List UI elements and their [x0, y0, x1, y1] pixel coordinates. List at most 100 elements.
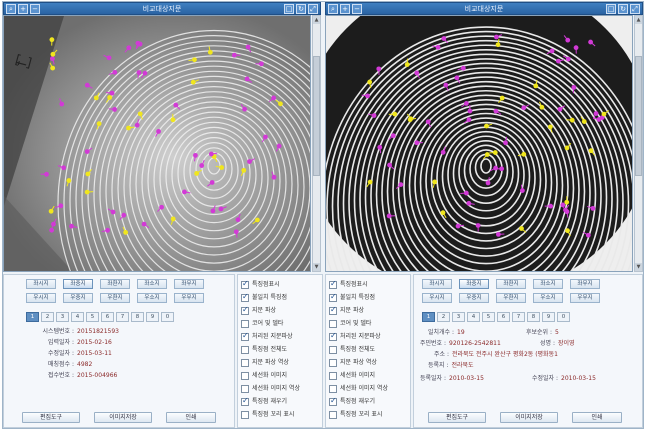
checkbox[interactable] — [241, 396, 249, 406]
checkbox[interactable] — [329, 371, 337, 380]
display-option[interactable]: 세선화 이미지 역상 — [241, 384, 300, 396]
scroll-down-icon[interactable]: ▼ — [635, 263, 642, 271]
display-option[interactable]: 지문 파상 — [329, 305, 364, 318]
expand-icon[interactable]: ⤢ — [630, 4, 640, 14]
scroll-up-icon[interactable]: ▲ — [635, 16, 642, 24]
checkbox[interactable] — [329, 410, 337, 419]
finger-button[interactable]: 우소지 — [137, 293, 167, 303]
checkbox[interactable] — [329, 319, 337, 328]
display-option[interactable]: 세선화 이미지 역상 — [329, 384, 388, 396]
left-fingerprint-image[interactable]: ꝉ꙱ — [3, 15, 311, 272]
checkbox[interactable] — [241, 358, 249, 367]
finger-button[interactable]: 좌시지 — [26, 279, 56, 289]
number-tab[interactable]: 5 — [86, 312, 99, 322]
display-option[interactable]: 특징점 꼬리 표시 — [329, 410, 382, 422]
display-option[interactable]: 특징점 전체도 — [329, 345, 375, 357]
number-tab[interactable]: 0 — [557, 312, 570, 322]
number-tab[interactable]: 0 — [161, 312, 174, 322]
fit-icon[interactable]: □ — [606, 4, 616, 14]
number-tab[interactable]: 8 — [131, 312, 144, 322]
finger-button[interactable]: 우소지 — [533, 293, 563, 303]
finger-button[interactable]: 우환지 — [100, 293, 130, 303]
number-tab[interactable]: 7 — [512, 312, 525, 322]
print-button[interactable]: 인쇄 — [166, 412, 216, 423]
fit-icon[interactable]: □ — [284, 4, 294, 14]
checkbox[interactable] — [329, 292, 337, 302]
finger-button[interactable]: 좌시지 — [422, 279, 452, 289]
finger-button[interactable]: 우환지 — [496, 293, 526, 303]
checkbox[interactable] — [241, 410, 249, 419]
edit-tool-button[interactable]: 편집도구 — [428, 412, 486, 423]
number-tab[interactable]: 1 — [422, 312, 435, 322]
checkbox[interactable] — [329, 279, 337, 289]
display-option[interactable]: 지문 파상 역상 — [329, 358, 377, 370]
display-option[interactable]: 특징점 전체도 — [241, 345, 287, 357]
checkbox[interactable] — [241, 345, 249, 354]
checkbox[interactable] — [241, 371, 249, 380]
print-button[interactable]: 인쇄 — [572, 412, 622, 423]
display-option[interactable]: 세선화 이미지 — [241, 371, 287, 383]
number-tab[interactable]: 9 — [146, 312, 159, 322]
display-option[interactable]: 처리된 지문파상 — [241, 331, 293, 344]
finger-button[interactable]: 우무지 — [570, 293, 600, 303]
number-tab[interactable]: 4 — [71, 312, 84, 322]
edit-tool-button[interactable]: 편집도구 — [22, 412, 80, 423]
checkbox[interactable] — [241, 384, 249, 393]
left-scrollbar[interactable]: ▲ ▼ — [312, 15, 321, 272]
finger-button[interactable]: 좌중지 — [459, 279, 489, 289]
finger-button[interactable]: 우시지 — [422, 293, 452, 303]
scroll-up-icon[interactable]: ▲ — [313, 16, 320, 24]
checkbox[interactable] — [241, 305, 249, 315]
display-option[interactable]: 불일치 특징점 — [329, 292, 375, 305]
number-tab[interactable]: 3 — [452, 312, 465, 322]
right-fingerprint-image[interactable] — [325, 15, 633, 272]
checkbox[interactable] — [241, 331, 249, 341]
finger-button[interactable]: 좌소지 — [137, 279, 167, 289]
number-tab[interactable]: 8 — [527, 312, 540, 322]
display-option[interactable]: 지문 파상 — [241, 305, 276, 318]
finger-button[interactable]: 우시지 — [26, 293, 56, 303]
checkbox[interactable] — [329, 396, 337, 406]
display-option[interactable]: 특징점표시 — [329, 279, 368, 292]
checkbox[interactable] — [241, 319, 249, 328]
finger-button[interactable]: 우중지 — [459, 293, 489, 303]
number-tab[interactable]: 6 — [497, 312, 510, 322]
display-option[interactable]: 처리된 지문파상 — [329, 331, 381, 344]
display-option[interactable]: 특징점표시 — [241, 279, 280, 292]
number-tab[interactable]: 4 — [467, 312, 480, 322]
finger-button[interactable]: 우무지 — [174, 293, 204, 303]
display-option[interactable]: 특징점 꼬리 표시 — [241, 410, 294, 422]
expand-icon[interactable]: ⤢ — [308, 4, 318, 14]
checkbox[interactable] — [329, 384, 337, 393]
rotate-icon[interactable]: ↻ — [296, 4, 306, 14]
finger-button[interactable]: 좌무지 — [570, 279, 600, 289]
number-tab[interactable]: 3 — [56, 312, 69, 322]
finger-button[interactable]: 좌환지 — [496, 279, 526, 289]
display-option[interactable]: 지문 파상 역상 — [241, 358, 289, 370]
number-tab[interactable]: 6 — [101, 312, 114, 322]
scroll-down-icon[interactable]: ▼ — [313, 263, 320, 271]
checkbox[interactable] — [241, 292, 249, 302]
display-option[interactable]: 코어 및 델타 — [241, 319, 283, 331]
checkbox[interactable] — [329, 331, 337, 341]
number-tab[interactable]: 7 — [116, 312, 129, 322]
finger-button[interactable]: 좌중지 — [63, 279, 93, 289]
scroll-thumb[interactable] — [635, 56, 642, 176]
finger-button[interactable]: 좌무지 — [174, 279, 204, 289]
rotate-icon[interactable]: ↻ — [618, 4, 628, 14]
number-tab[interactable]: 1 — [26, 312, 39, 322]
number-tab[interactable]: 2 — [41, 312, 54, 322]
save-image-button[interactable]: 이미지저장 — [500, 412, 558, 423]
number-tab[interactable]: 9 — [542, 312, 555, 322]
finger-button[interactable]: 좌환지 — [100, 279, 130, 289]
number-tab[interactable]: 5 — [482, 312, 495, 322]
checkbox[interactable] — [329, 345, 337, 354]
display-option[interactable]: 불일치 특징점 — [241, 292, 287, 305]
checkbox[interactable] — [329, 358, 337, 367]
save-image-button[interactable]: 이미지저장 — [94, 412, 152, 423]
display-option[interactable]: 특징점 재우기 — [241, 396, 287, 409]
display-option[interactable]: 세선화 이미지 — [329, 371, 375, 383]
display-option[interactable]: 특징점 재우기 — [329, 396, 375, 409]
right-scrollbar[interactable]: ▲ ▼ — [634, 15, 643, 272]
finger-button[interactable]: 우중지 — [63, 293, 93, 303]
